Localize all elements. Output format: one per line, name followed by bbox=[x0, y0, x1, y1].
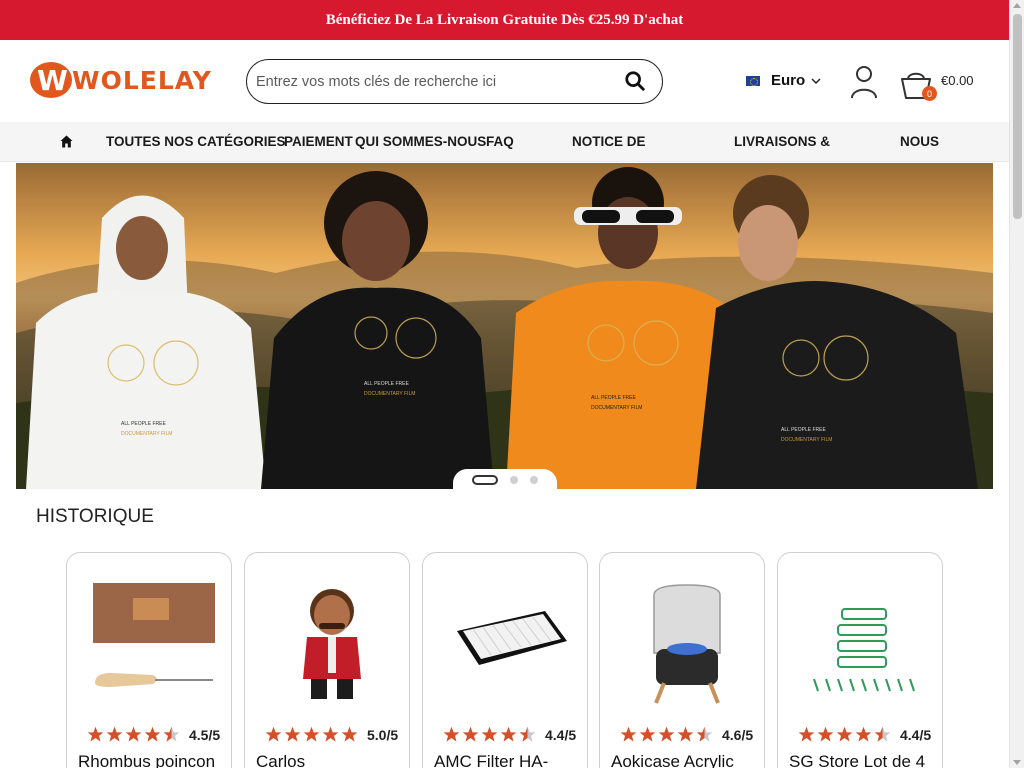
currency-selector[interactable]: Euro bbox=[746, 72, 821, 89]
promo-banner: Bénéficiez De La Livraison Gratuite Dès … bbox=[0, 0, 1009, 40]
product-card[interactable]: 4.6/5 Aokicase Acrylic bbox=[599, 552, 765, 768]
rating-value: 4.6/5 bbox=[722, 726, 754, 743]
star-icon bbox=[481, 726, 498, 742]
nav-item-contact[interactable]: NOUS bbox=[900, 134, 939, 149]
home-icon[interactable] bbox=[60, 135, 73, 148]
carousel-dot-1[interactable] bbox=[472, 475, 498, 485]
product-title[interactable]: Rhombus poincon bbox=[78, 752, 215, 768]
product-image-speaker bbox=[653, 584, 721, 704]
product-rating: 4.4/5 bbox=[443, 726, 576, 743]
star-icon bbox=[658, 726, 675, 742]
star-icon bbox=[462, 726, 479, 742]
user-account-icon[interactable] bbox=[849, 65, 879, 99]
shirt-caption-4: ALL PEOPLE FREE bbox=[781, 427, 826, 433]
logo-mark: W bbox=[30, 62, 72, 98]
hero-banner[interactable]: ALL PEOPLE FREE DOCUMENTARY FILM ALL PEO… bbox=[16, 163, 993, 489]
carousel-dot-2[interactable] bbox=[510, 476, 518, 484]
star-icon bbox=[125, 726, 142, 742]
search-box bbox=[246, 59, 663, 104]
star-icon bbox=[677, 726, 694, 742]
shirt-subcaption-3: DOCUMENTARY FILM bbox=[591, 405, 642, 411]
currency-label: Euro bbox=[771, 72, 806, 89]
star-icon bbox=[87, 726, 104, 742]
star-icon bbox=[303, 726, 320, 742]
shirt-subcaption-2: DOCUMENTARY FILM bbox=[364, 391, 415, 397]
eu-flag-icon bbox=[746, 75, 760, 86]
shirt-subcaption-4: DOCUMENTARY FILM bbox=[781, 437, 832, 443]
page-scrollbar[interactable] bbox=[1009, 0, 1024, 768]
star-icon bbox=[798, 726, 815, 742]
star-icon bbox=[500, 726, 517, 742]
shirt-subcaption-1: DOCUMENTARY FILM bbox=[121, 431, 172, 437]
product-image-puppet bbox=[303, 589, 361, 699]
product-image-awl bbox=[93, 583, 215, 705]
product-card[interactable]: 5.0/5 Carlos bbox=[244, 552, 410, 768]
promo-text: Bénéficiez De La Livraison Gratuite Dès … bbox=[325, 11, 684, 28]
search-input[interactable] bbox=[256, 72, 616, 92]
product-title[interactable]: AMC Filter HA- bbox=[434, 752, 548, 768]
product-rating: 4.6/5 bbox=[620, 726, 753, 743]
product-image-plant-drippers bbox=[813, 608, 915, 692]
product-card[interactable]: 4.4/5 AMC Filter HA- bbox=[422, 552, 588, 768]
star-icon bbox=[265, 726, 282, 742]
nav-item-faq[interactable]: FAQ bbox=[486, 134, 514, 149]
shirt-caption-1: ALL PEOPLE FREE bbox=[121, 421, 166, 427]
product-title[interactable]: Aokicase Acrylic bbox=[611, 752, 734, 768]
site-logo[interactable]: W WOLELAY bbox=[30, 62, 212, 98]
star-half-icon bbox=[696, 726, 713, 742]
nav-item-notice[interactable]: NOTICE DE bbox=[572, 134, 646, 149]
star-icon bbox=[855, 726, 872, 742]
nav-item-about[interactable]: QUI SOMMES-NOUS bbox=[355, 134, 486, 149]
scroll-up-arrow[interactable] bbox=[1013, 3, 1021, 8]
star-icon bbox=[322, 726, 339, 742]
site-header: W WOLELAY Euro 0 €0.00 bbox=[0, 40, 1009, 122]
star-icon bbox=[817, 726, 834, 742]
product-rating: 4.5/5 bbox=[87, 726, 220, 743]
star-icon bbox=[106, 726, 123, 742]
nav-item-payment[interactable]: PAIEMENT bbox=[284, 134, 353, 149]
product-rating: 5.0/5 bbox=[265, 726, 398, 743]
cart-total[interactable]: €0.00 bbox=[941, 73, 974, 88]
carousel-dot-3[interactable] bbox=[530, 476, 538, 484]
product-card[interactable]: 4.4/5 SG Store Lot de 4 bbox=[777, 552, 943, 768]
nav-item-categories[interactable]: TOUTES NOS CATÉGORIES bbox=[106, 134, 286, 149]
star-half-icon bbox=[519, 726, 536, 742]
main-nav: TOUTES NOS CATÉGORIES PAIEMENT QUI SOMME… bbox=[0, 122, 1009, 162]
product-rating: 4.4/5 bbox=[798, 726, 931, 743]
shirt-caption-3: ALL PEOPLE FREE bbox=[591, 395, 636, 401]
shirt-caption-2: ALL PEOPLE FREE bbox=[364, 381, 409, 387]
star-half-icon bbox=[874, 726, 891, 742]
rating-value: 4.4/5 bbox=[545, 726, 577, 743]
star-icon bbox=[144, 726, 161, 742]
logo-text: WOLELAY bbox=[72, 65, 212, 95]
chevron-down-icon bbox=[811, 77, 821, 84]
star-icon bbox=[836, 726, 853, 742]
product-card[interactable]: 4.5/5 Rhombus poincon bbox=[66, 552, 232, 768]
rating-value: 4.4/5 bbox=[900, 726, 932, 743]
star-icon bbox=[620, 726, 637, 742]
scroll-down-arrow[interactable] bbox=[1013, 760, 1021, 765]
star-icon bbox=[284, 726, 301, 742]
product-title[interactable]: SG Store Lot de 4 bbox=[789, 752, 925, 768]
star-icon bbox=[443, 726, 460, 742]
star-icon bbox=[639, 726, 656, 742]
scroll-thumb[interactable] bbox=[1013, 14, 1022, 219]
rating-value: 4.5/5 bbox=[189, 726, 221, 743]
rating-value: 5.0/5 bbox=[367, 726, 399, 743]
hero-banner-image: ALL PEOPLE FREE DOCUMENTARY FILM ALL PEO… bbox=[16, 163, 993, 489]
star-icon bbox=[341, 726, 358, 742]
product-title[interactable]: Carlos bbox=[256, 752, 305, 768]
product-image-air-filter bbox=[457, 611, 567, 665]
carousel-dots bbox=[453, 469, 557, 491]
star-half-icon bbox=[163, 726, 180, 742]
section-title: HISTORIQUE bbox=[36, 506, 154, 527]
cart-count-badge: 0 bbox=[922, 86, 937, 101]
search-icon[interactable] bbox=[624, 70, 646, 92]
nav-item-shipping[interactable]: LIVRAISONS & bbox=[734, 134, 830, 149]
